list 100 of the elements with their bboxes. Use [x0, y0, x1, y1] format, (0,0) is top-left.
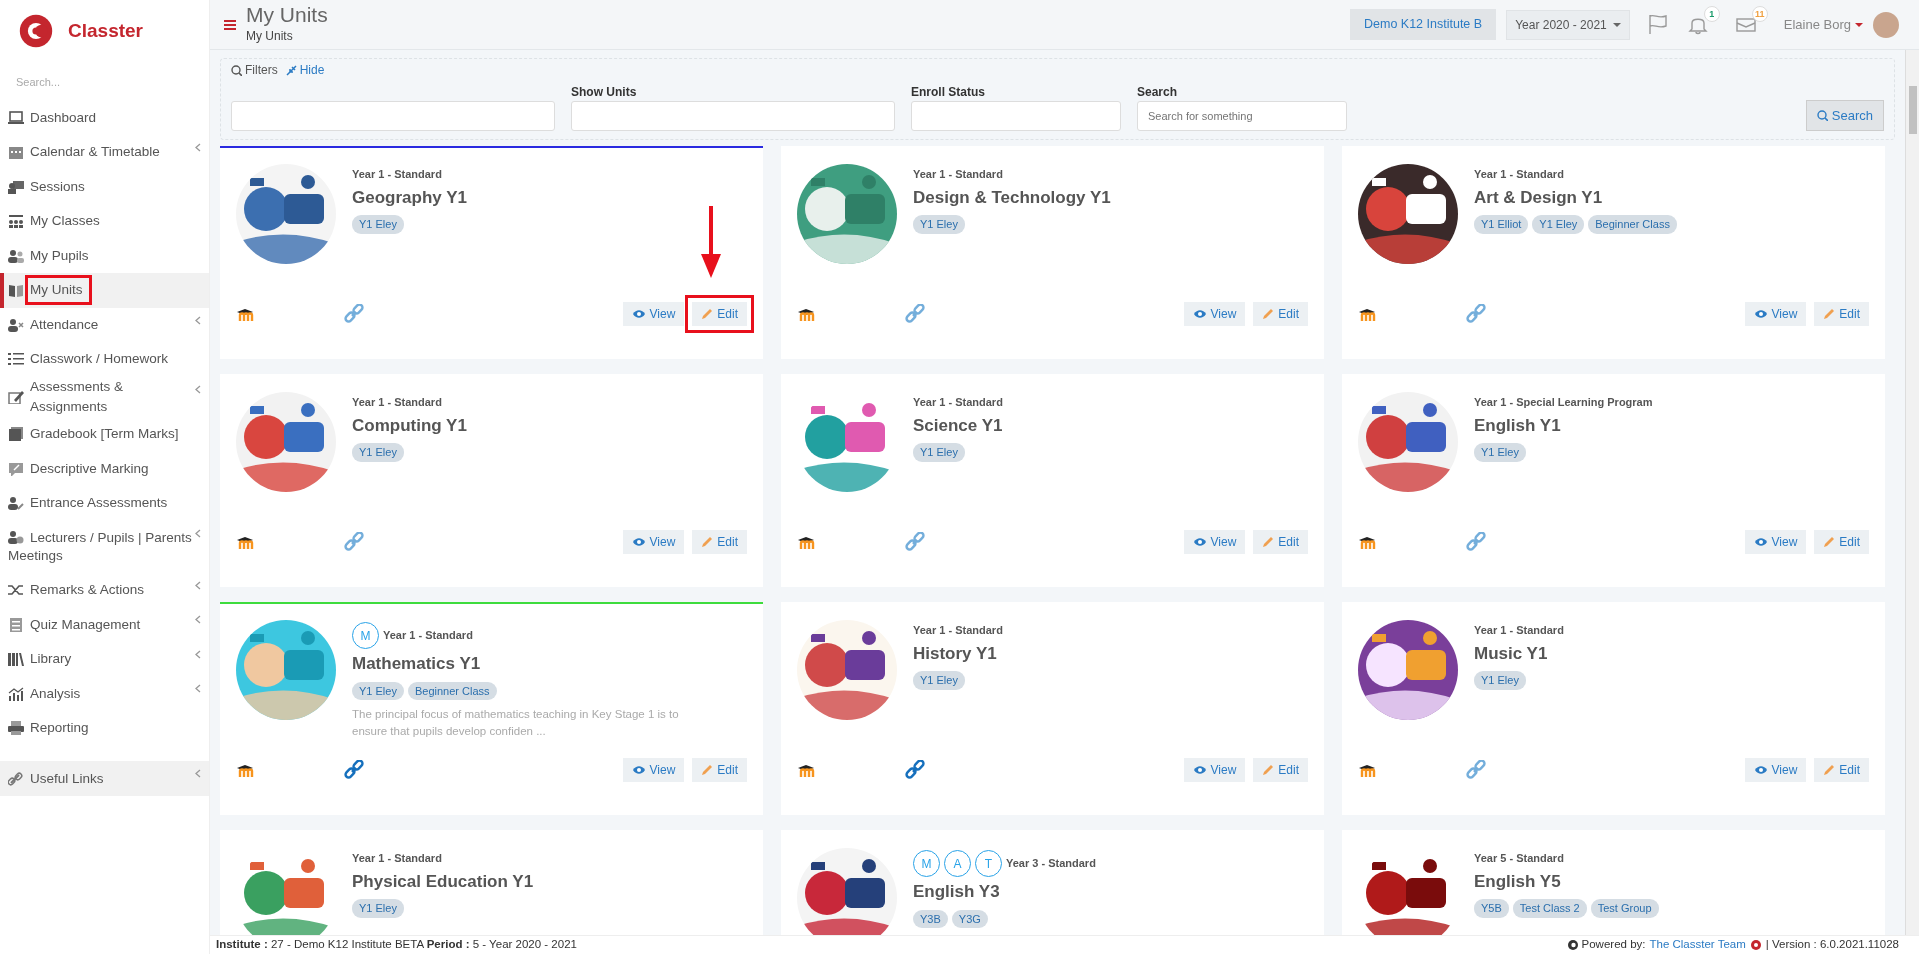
sidebar-item[interactable]: Dashboard — [0, 100, 209, 135]
unit-title[interactable]: History Y1 — [913, 640, 1003, 666]
class-tag: Y1 Eley — [913, 215, 965, 234]
sidebar-item[interactable]: My Pupils — [0, 238, 209, 273]
sidebar-item[interactable]: Classwork / Homework — [0, 342, 209, 377]
unit-level: Year 1 - Standard — [1474, 623, 1564, 638]
sidebar-item[interactable]: Gradebook [Term Marks] — [0, 417, 209, 452]
unit-title[interactable]: Music Y1 — [1474, 640, 1564, 666]
view-button[interactable]: View — [1744, 758, 1807, 782]
caret-icon — [1855, 22, 1863, 27]
pencil-icon — [1262, 536, 1275, 548]
collapse-icon — [285, 64, 297, 76]
unit-title[interactable]: Physical Education Y1 — [352, 868, 534, 894]
pencil-icon — [701, 764, 714, 776]
unit-title[interactable]: Mathematics Y1 — [352, 651, 682, 677]
class-tag: Beginner Class — [407, 681, 497, 700]
pencil-icon — [701, 536, 714, 548]
sidebar-item[interactable]: Sessions — [0, 169, 209, 204]
sidebar-item[interactable]: Lecturers / Pupils | Parents Meetings — [0, 520, 209, 573]
link-icon[interactable] — [344, 532, 364, 552]
edit-button[interactable]: Edit — [692, 758, 747, 782]
link-icon[interactable] — [905, 532, 925, 552]
sidebar-item[interactable]: Useful Links — [0, 761, 209, 796]
printer-icon — [8, 721, 24, 736]
user-icon — [8, 317, 24, 332]
sidebar-item[interactable]: Attendance — [0, 307, 209, 342]
unit-title[interactable]: English Y1 — [1474, 412, 1653, 438]
link-icon[interactable] — [905, 304, 925, 324]
eye-icon — [1753, 537, 1768, 547]
class-tag: Test Class 2 — [1512, 899, 1587, 918]
sidebar-item[interactable]: Assessments & Assignments — [0, 376, 209, 417]
link-icon[interactable] — [344, 760, 364, 780]
hide-link[interactable]: Hide — [285, 61, 325, 79]
sidebar-item[interactable]: Calendar & Timetable — [0, 135, 209, 170]
pencil-icon — [1262, 764, 1275, 776]
unit-title[interactable]: Science Y1 — [913, 412, 1003, 438]
arrow-icon — [701, 206, 721, 278]
view-button[interactable]: View — [1183, 758, 1246, 782]
logo-icon — [1749, 939, 1762, 951]
scrollbar[interactable] — [1905, 50, 1919, 935]
view-button[interactable]: View — [622, 530, 685, 554]
sidebar-item[interactable]: Descriptive Marking — [0, 451, 209, 486]
brand-name: Classter — [68, 18, 143, 43]
team-link[interactable]: The Classter Team — [1649, 936, 1746, 954]
sidebar-item[interactable]: Analysis — [0, 676, 209, 711]
sidebar-item[interactable]: My Classes — [0, 204, 209, 239]
class-tag: Y1 Eley — [352, 215, 404, 234]
sidebar-item[interactable]: Quiz Management — [0, 607, 209, 642]
input-field[interactable] — [911, 101, 1121, 131]
year-dropdown[interactable]: Year 2020 - 2021 — [1506, 9, 1630, 40]
sidebar-item[interactable]: My Units — [0, 273, 209, 308]
view-button[interactable]: View — [622, 302, 685, 326]
view-button[interactable]: View — [622, 758, 685, 782]
unit-title[interactable]: English Y5 — [1474, 868, 1659, 894]
unit-title[interactable]: Art & Design Y1 — [1474, 184, 1677, 210]
edit-button[interactable]: Edit — [692, 302, 747, 326]
unit-title[interactable]: English Y3 — [913, 879, 1096, 905]
unit-level: Year 1 - Standard — [352, 851, 442, 866]
sidebar-item[interactable]: Library — [0, 641, 209, 677]
edit-button[interactable]: Edit — [1253, 758, 1308, 782]
edit-button[interactable]: Edit — [1814, 302, 1869, 326]
link-icon[interactable] — [1466, 532, 1486, 552]
users-icon — [8, 248, 24, 263]
field-label: Show Units — [571, 84, 638, 101]
unit-title[interactable]: Geography Y1 — [352, 184, 467, 210]
view-button[interactable]: View — [1744, 530, 1807, 554]
folder-icon — [8, 427, 24, 442]
pencil-icon — [1823, 536, 1836, 548]
edit-button[interactable]: Edit — [1814, 530, 1869, 554]
notification-badge: 1 — [1703, 5, 1720, 22]
chevron-icon — [195, 769, 201, 779]
edit-button[interactable]: Edit — [1253, 302, 1308, 326]
pencil-icon — [701, 308, 714, 320]
unit-title[interactable]: Computing Y1 — [352, 412, 467, 438]
breadcrumb: My Units — [246, 27, 294, 45]
sidebar-item[interactable]: Remarks & Actions — [0, 572, 209, 608]
class-tag: Y1 Eley — [352, 681, 404, 700]
sidebar-item[interactable]: Reporting — [0, 710, 209, 746]
edit-button[interactable]: Edit — [1814, 758, 1869, 782]
institute-button[interactable]: Demo K12 Institute B — [1350, 9, 1497, 40]
menu-icon — [224, 19, 236, 32]
input-field[interactable]: Search for something — [1137, 101, 1347, 131]
link-icon[interactable] — [344, 304, 364, 324]
user-clock-icon — [8, 529, 24, 544]
link-icon[interactable] — [905, 760, 925, 780]
view-button[interactable]: View — [1183, 530, 1246, 554]
input-field[interactable] — [231, 101, 555, 131]
link-icon[interactable] — [1466, 760, 1486, 780]
unit-title[interactable]: Design & Technology Y1 — [913, 184, 1111, 210]
search-button[interactable]: Search — [1805, 100, 1884, 131]
eye-icon — [631, 537, 646, 547]
input-field[interactable] — [571, 101, 895, 131]
class-tag: Test Group — [1590, 899, 1659, 918]
view-button[interactable]: View — [1744, 302, 1807, 326]
link-icon[interactable] — [1466, 304, 1486, 324]
version-label: | Version : 6.0.2021.11028 — [1765, 937, 1899, 953]
edit-button[interactable]: Edit — [692, 530, 747, 554]
view-button[interactable]: View — [1183, 302, 1246, 326]
sidebar-item[interactable]: Entrance Assessments — [0, 486, 209, 521]
edit-button[interactable]: Edit — [1253, 530, 1308, 554]
